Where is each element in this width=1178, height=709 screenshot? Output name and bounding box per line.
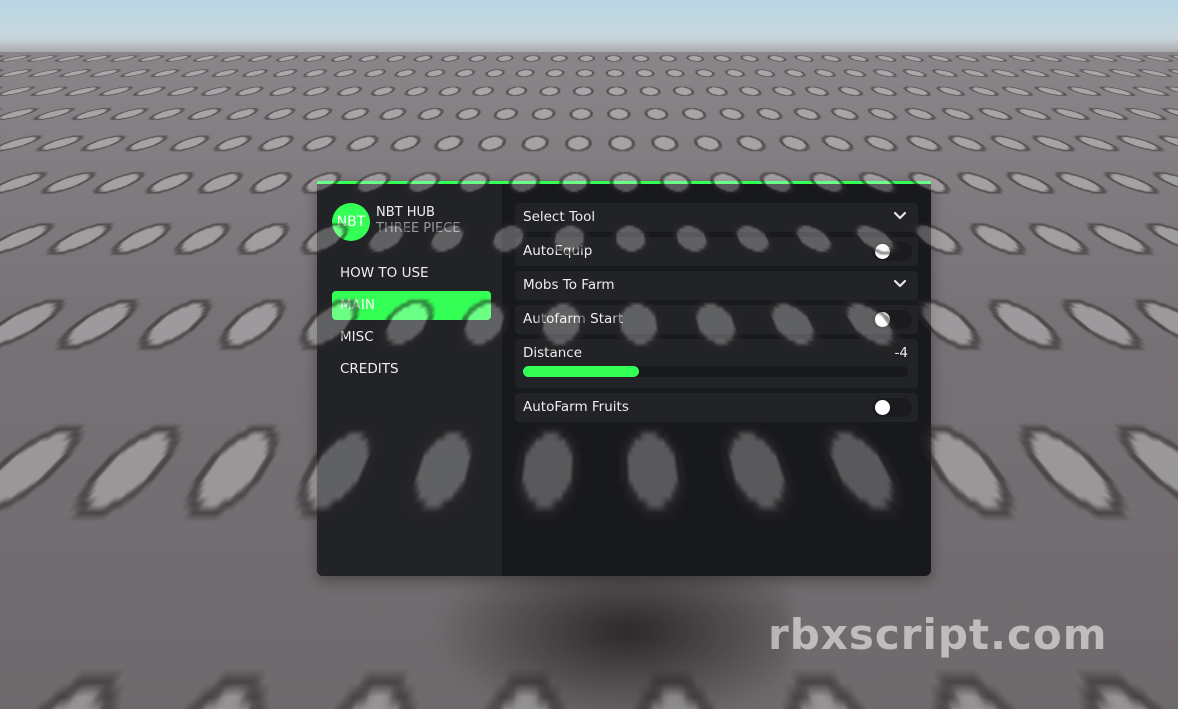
nav-item-misc[interactable]: MISC bbox=[332, 323, 491, 352]
chevron-down-icon bbox=[894, 279, 906, 288]
autofarm-start-label: Autofarm Start bbox=[523, 311, 624, 327]
autofarm-fruits-toggle[interactable] bbox=[872, 398, 912, 417]
hub-subtitle: THREE PIECE bbox=[376, 221, 461, 236]
toggle-knob bbox=[875, 400, 890, 415]
autoequip-row: AutoEquip bbox=[515, 237, 918, 266]
sky bbox=[0, 0, 1178, 54]
ground-shadow bbox=[430, 555, 790, 709]
hub-logo: NBT bbox=[332, 203, 370, 241]
distance-value: -4 bbox=[894, 345, 908, 361]
autofarm-start-toggle[interactable] bbox=[872, 310, 912, 329]
chevron-down-icon bbox=[894, 211, 906, 220]
distance-slider[interactable] bbox=[523, 366, 908, 377]
brand: NBT NBT HUB THREE PIECE bbox=[332, 203, 497, 241]
autofarm-fruits-label: AutoFarm Fruits bbox=[523, 399, 629, 415]
hub-title: NBT HUB bbox=[376, 205, 435, 220]
autofarm-start-row: Autofarm Start bbox=[515, 305, 918, 334]
toggle-knob bbox=[875, 312, 890, 327]
nav-item-main[interactable]: MAIN bbox=[332, 291, 491, 320]
watermark: rbxscript.com bbox=[768, 610, 1108, 659]
autoequip-toggle[interactable] bbox=[872, 242, 912, 261]
script-hub-window: NBT NBT HUB THREE PIECE HOW TO USE MAIN … bbox=[317, 181, 931, 576]
nav-item-credits[interactable]: CREDITS bbox=[332, 355, 491, 384]
nav-list: HOW TO USE MAIN MISC CREDITS bbox=[332, 259, 491, 387]
mobs-to-farm-dropdown[interactable]: Mobs To Farm bbox=[515, 271, 918, 300]
select-tool-label: Select Tool bbox=[523, 209, 596, 225]
distance-slider-fill bbox=[523, 366, 639, 377]
main-content: Select Tool AutoEquip Mobs To Farm Autof… bbox=[515, 203, 919, 427]
autoequip-label: AutoEquip bbox=[523, 243, 593, 259]
autofarm-fruits-row: AutoFarm Fruits bbox=[515, 393, 918, 422]
sidebar: NBT NBT HUB THREE PIECE HOW TO USE MAIN … bbox=[317, 184, 502, 576]
nav-item-how-to-use[interactable]: HOW TO USE bbox=[332, 259, 491, 288]
mobs-to-farm-label: Mobs To Farm bbox=[523, 277, 615, 293]
distance-slider-row: Distance -4 bbox=[515, 339, 918, 388]
toggle-knob bbox=[875, 244, 890, 259]
select-tool-dropdown[interactable]: Select Tool bbox=[515, 203, 918, 232]
distance-label: Distance bbox=[523, 345, 583, 361]
